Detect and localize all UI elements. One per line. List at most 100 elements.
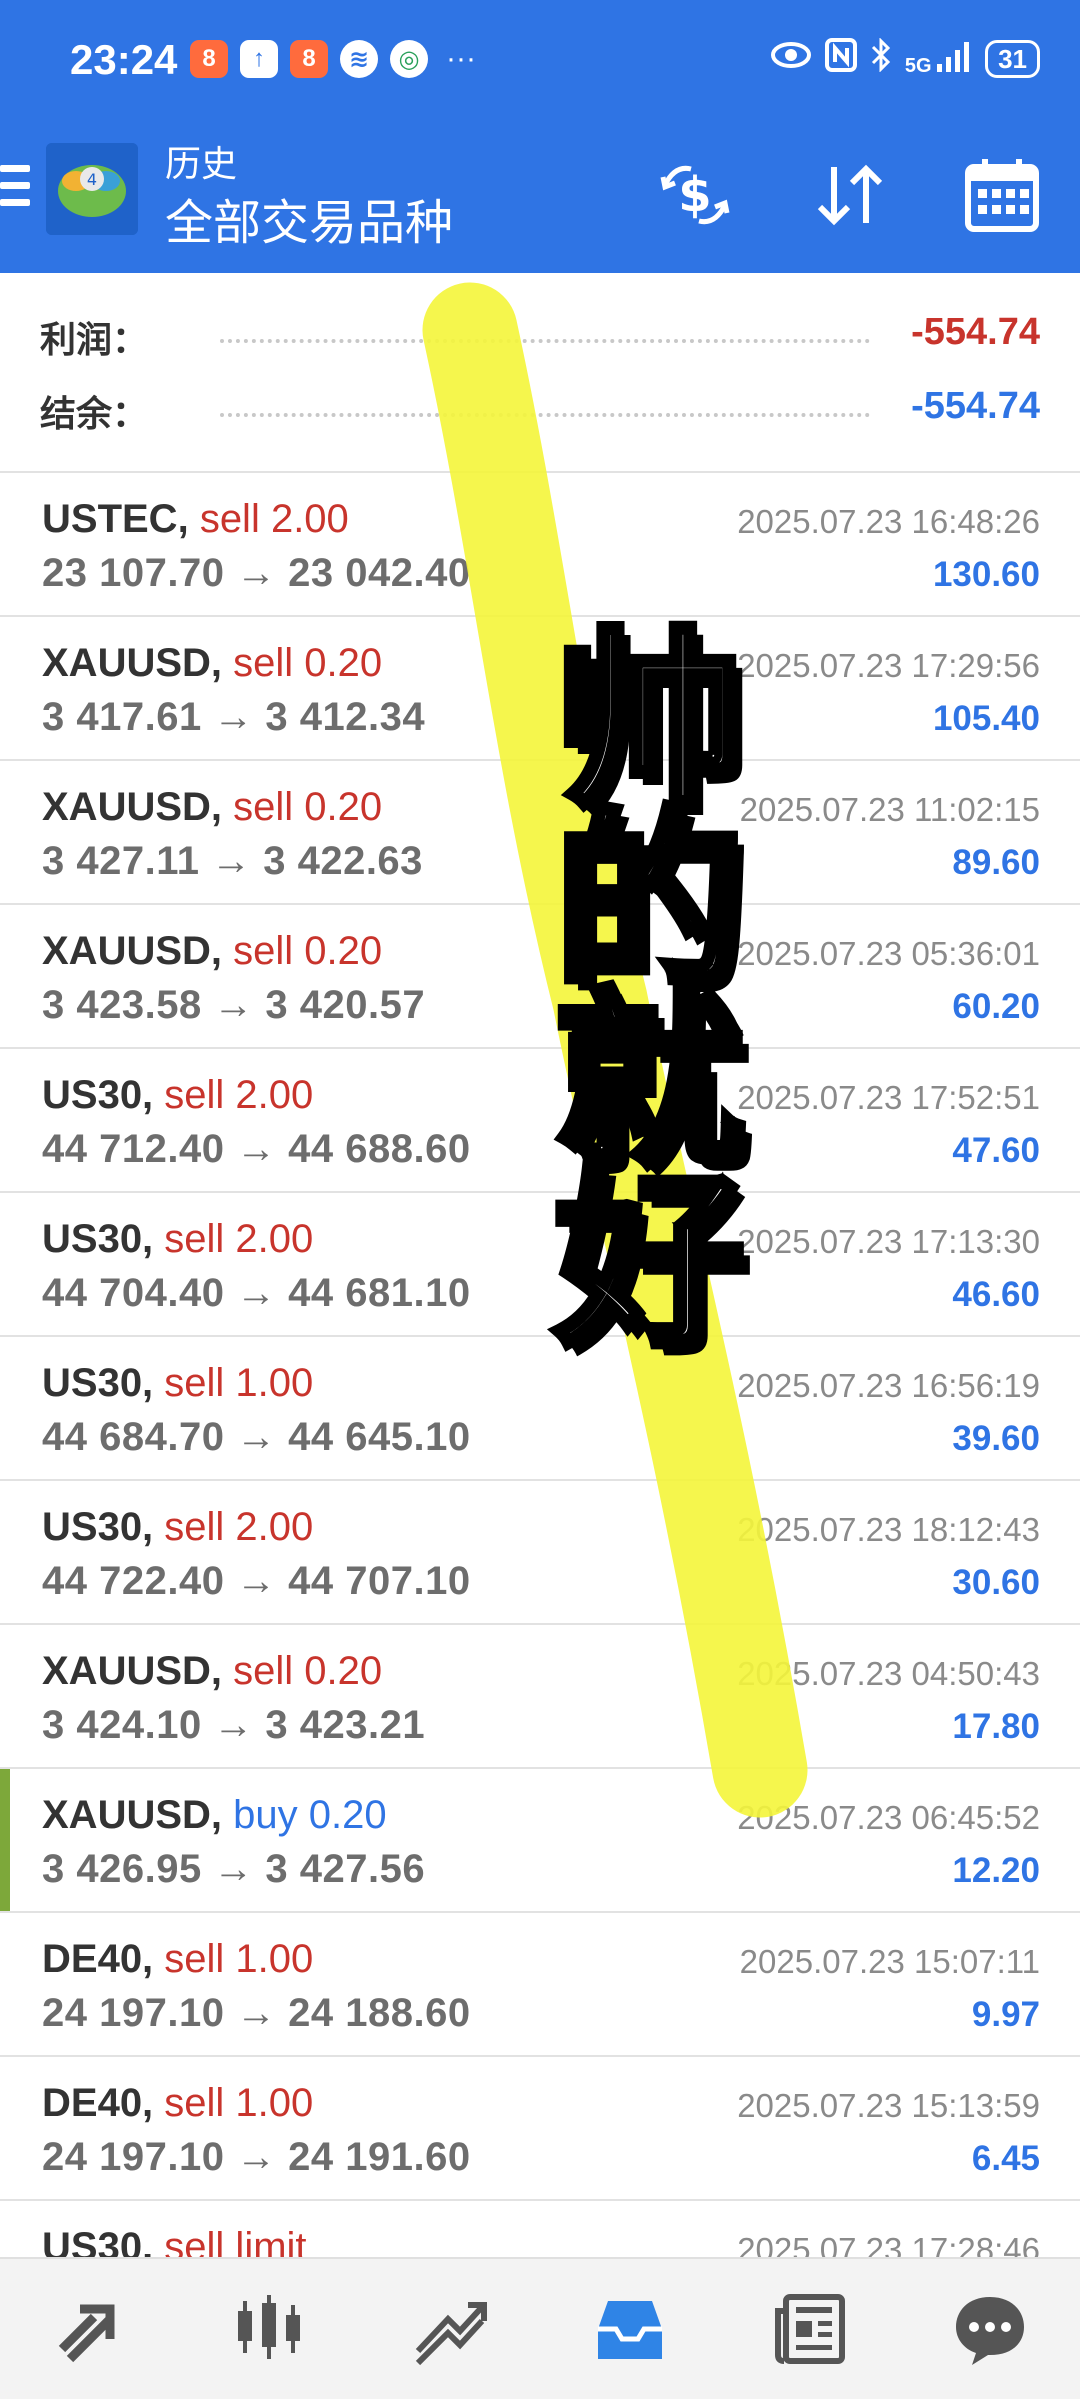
dotted-leader — [220, 413, 870, 417]
trade-prices: 23 107.70 → 23 042.40 — [42, 551, 471, 595]
trade-side: sell 2.00 — [164, 1217, 314, 1261]
profit-value: -554.74 — [911, 311, 1040, 353]
notification-icons: 8 ↑ 8 ≋ ◎ ··· — [190, 40, 476, 78]
trade-side: sell 0.20 — [233, 641, 383, 685]
trade-side: sell 0.20 — [233, 1649, 383, 1693]
trade-time: 2025.07.23 05:36:01 — [737, 935, 1040, 972]
trade-profit: 30.60 — [952, 1563, 1040, 1602]
trade-side: sell 2.00 — [199, 497, 349, 541]
status-right: 5G 31 — [770, 37, 1040, 79]
chart-icon[interactable] — [225, 2284, 315, 2374]
trade-time: 2025.07.23 17:52:51 — [737, 1079, 1040, 1116]
trade-row[interactable]: US30, sell 1.00 44 684.70 → 44 645.10 20… — [0, 1337, 1080, 1481]
trade-time: 2025.07.23 15:13:59 — [737, 2087, 1040, 2124]
trade-row[interactable]: XAUUSD, sell 0.20 3 417.61 → 3 412.34 20… — [0, 617, 1080, 761]
dotted-leader — [220, 339, 870, 343]
svg-text:4: 4 — [87, 170, 97, 189]
trade-prices: 44 704.40 → 44 681.10 — [42, 1271, 471, 1315]
trade-profit: 105.40 — [932, 699, 1040, 738]
more-notifications-icon: ··· — [446, 42, 476, 75]
profit-row: 利润： -554.74 — [40, 311, 1040, 361]
trade-symbol: XAUUSD, — [42, 929, 223, 973]
symbol-filter[interactable]: 全部交易品种 — [165, 183, 453, 253]
trade-row[interactable]: XAUUSD, sell 0.20 3 423.58 → 3 420.57 20… — [0, 905, 1080, 1049]
trade-symbol: DE40, — [42, 1937, 154, 1981]
signal-icon: 5G — [905, 41, 971, 76]
trade-symbol: DE40, — [42, 2081, 154, 2125]
trade-time: 2025.07.23 04:50:43 — [737, 1655, 1040, 1692]
trade-side: sell 1.00 — [164, 1937, 314, 1981]
trade-row[interactable]: DE40, sell 1.00 24 197.10 → 24 191.60 20… — [0, 2057, 1080, 2201]
trade-symbol: XAUUSD, — [42, 1793, 223, 1837]
trade-side: sell 2.00 — [164, 1505, 314, 1549]
status-bar: 23:24 8 ↑ 8 ≋ ◎ ··· 5G 31 — [0, 0, 1080, 125]
trade-icon[interactable] — [405, 2284, 495, 2374]
trade-profit: 46.60 — [952, 1275, 1040, 1314]
trade-prices: 3 417.61 → 3 412.34 — [42, 695, 426, 739]
trade-row[interactable]: US30, sell 2.00 44 704.40 → 44 681.10 20… — [0, 1193, 1080, 1337]
news-icon[interactable] — [765, 2284, 855, 2374]
history-icon[interactable] — [585, 2284, 675, 2374]
trade-symbol: US30, — [42, 1505, 154, 1549]
trade-profit: 9.97 — [971, 1995, 1040, 2034]
trade-profit: 17.80 — [952, 1707, 1040, 1746]
trade-symbol: USTEC, — [42, 497, 189, 541]
trade-side: sell 2.00 — [164, 1073, 314, 1117]
trade-prices: 44 722.40 → 44 707.10 — [42, 1559, 471, 1603]
trade-time: 2025.07.23 16:56:19 — [737, 1367, 1040, 1404]
trade-profit: 6.45 — [971, 2139, 1040, 2178]
trade-side: sell 0.20 — [233, 785, 383, 829]
trade-profit: 39.60 — [952, 1419, 1040, 1458]
battery-icon: 31 — [985, 39, 1040, 78]
trade-time: 2025.07.23 15:07:11 — [739, 1943, 1040, 1980]
calendar-icon[interactable] — [962, 155, 1042, 240]
trade-row[interactable]: XAUUSD, sell 0.20 3 427.11 → 3 422.63 20… — [0, 761, 1080, 905]
trade-side: sell 1.00 — [164, 2081, 314, 2125]
trade-profit: 12.20 — [952, 1851, 1040, 1890]
trade-row[interactable]: DE40, sell 1.00 24 197.10 → 24 188.60 20… — [0, 1913, 1080, 2057]
currency-exchange-icon[interactable]: $ — [655, 155, 735, 240]
trade-row[interactable]: XAUUSD, sell 0.20 3 424.10 → 3 423.21 20… — [0, 1625, 1080, 1769]
trade-profit: 60.20 — [952, 987, 1040, 1026]
trade-row[interactable]: US30, sell 2.00 44 722.40 → 44 707.10 20… — [0, 1481, 1080, 1625]
nfc-icon — [824, 38, 857, 79]
trade-row[interactable]: US30, sell 2.00 44 712.40 → 44 688.60 20… — [0, 1049, 1080, 1193]
page-title: 历史 — [165, 143, 238, 184]
trade-side: sell 0.20 — [233, 929, 383, 973]
trade-symbol: US30, — [42, 1217, 154, 1261]
profit-label: 利润： — [40, 319, 149, 360]
trade-symbol: XAUUSD, — [42, 785, 223, 829]
trade-prices: 3 427.11 → 3 422.63 — [42, 839, 423, 883]
trade-history-list: USTEC, sell 2.00 23 107.70 → 23 042.40 2… — [0, 473, 1080, 2345]
app-logo: 4 — [46, 143, 138, 235]
trade-time: 2025.07.23 11:02:15 — [739, 791, 1040, 828]
quotes-icon[interactable] — [45, 2284, 135, 2374]
trade-prices: 24 197.10 → 24 191.60 — [42, 2135, 471, 2179]
eye-icon — [770, 41, 811, 76]
chat-icon[interactable] — [945, 2284, 1035, 2374]
balance-value: -554.74 — [911, 385, 1040, 427]
sort-icon[interactable] — [810, 155, 890, 240]
app-notification-icon: ◎ — [390, 40, 428, 78]
menu-icon[interactable] — [0, 165, 30, 216]
status-time: 23:24 — [70, 36, 178, 83]
trade-row[interactable]: USTEC, sell 2.00 23 107.70 → 23 042.40 2… — [0, 473, 1080, 617]
app-bar: 4 历史 全部交易品种 $ — [0, 125, 1080, 273]
bluetooth-icon — [871, 37, 891, 79]
trade-profit: 130.60 — [932, 555, 1040, 594]
svg-text:$: $ — [678, 167, 711, 223]
trade-prices: 44 712.40 → 44 688.60 — [42, 1127, 471, 1171]
trade-time: 2025.07.23 17:29:56 — [737, 647, 1040, 684]
trade-row[interactable]: XAUUSD, buy 0.20 3 426.95 → 3 427.56 202… — [0, 1769, 1080, 1913]
trade-profit: 47.60 — [952, 1131, 1040, 1170]
trade-side: sell 1.00 — [164, 1361, 314, 1405]
trade-prices: 3 424.10 → 3 423.21 — [42, 1703, 426, 1747]
upload-notification-icon: ↑ — [240, 40, 278, 78]
trade-prices: 24 197.10 → 24 188.60 — [42, 1991, 471, 2035]
trade-time: 2025.07.23 06:45:52 — [737, 1799, 1040, 1836]
bottom-navigation — [0, 2257, 1080, 2399]
app-notification-icon: 8 — [190, 40, 228, 78]
app-notification-icon: 8 — [290, 40, 328, 78]
trade-prices: 3 426.95 → 3 427.56 — [42, 1847, 426, 1891]
trade-symbol: US30, — [42, 1073, 154, 1117]
